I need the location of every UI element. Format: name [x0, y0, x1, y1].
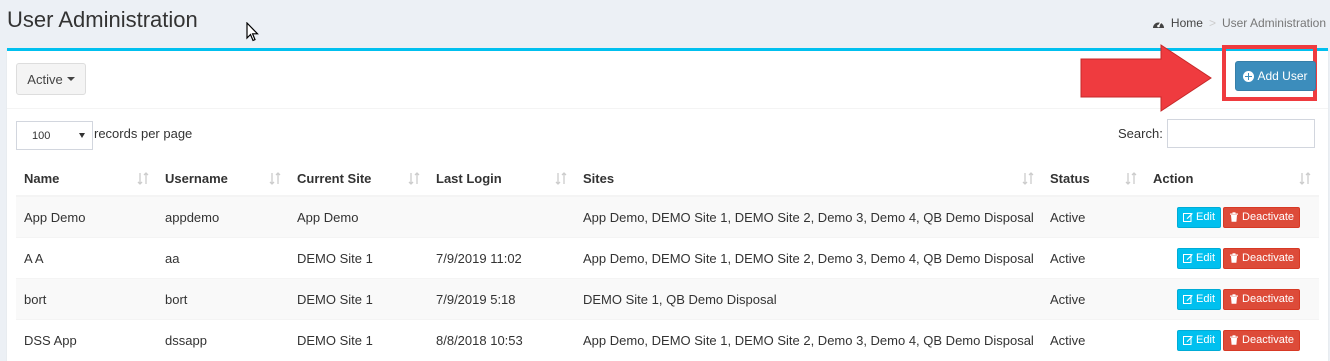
cell-status: Active: [1042, 237, 1145, 279]
cell-sites: App Demo, DEMO Site 1, DEMO Site 2, Demo…: [575, 237, 1042, 279]
cell-status: Active: [1042, 319, 1145, 360]
trash-icon: [1230, 294, 1239, 304]
edit-icon: [1183, 336, 1193, 345]
status-filter-label: Active: [27, 71, 63, 87]
add-user-label: Add User: [1257, 69, 1308, 83]
plus-circle-icon: [1243, 70, 1255, 82]
edit-button[interactable]: Edit: [1177, 288, 1222, 310]
cell-status: Active: [1042, 195, 1145, 238]
cell-sites: App Demo, DEMO Site 1, DEMO Site 2, Demo…: [575, 195, 1042, 238]
table-row: DSS App dssapp DEMO Site 1 8/8/2018 10:5…: [16, 319, 1319, 360]
sort-icon: [137, 172, 149, 185]
edit-icon: [1183, 295, 1193, 304]
edit-icon: [1183, 254, 1193, 263]
column-header-sites[interactable]: Sites: [575, 161, 1042, 197]
cell-username: appdemo: [157, 195, 289, 238]
cell-action: Edit Deactivate: [1145, 278, 1319, 320]
records-per-page-label: records per page: [94, 126, 193, 141]
deactivate-button[interactable]: Deactivate: [1223, 329, 1300, 351]
users-box: Active Add User 100 records per page Sea…: [7, 44, 1328, 361]
cell-current-site: DEMO Site 1: [289, 237, 428, 279]
cell-last-login: 8/8/2018 10:53: [428, 319, 575, 360]
edit-button[interactable]: Edit: [1177, 206, 1222, 228]
mouse-cursor-icon: [246, 22, 259, 42]
column-header-current-site[interactable]: Current Site: [289, 161, 428, 197]
cell-name: App Demo: [16, 195, 157, 238]
dashboard-icon: [1152, 21, 1164, 28]
sort-icon: [1125, 172, 1137, 185]
table-header-row: Name Username Current Site Last Login Si…: [16, 161, 1319, 197]
column-header-name[interactable]: Name: [16, 161, 157, 197]
sort-icon: [408, 172, 420, 185]
cell-sites: DEMO Site 1, QB Demo Disposal: [575, 278, 1042, 320]
trash-icon: [1230, 253, 1239, 263]
page-title: User Administration: [7, 7, 198, 32]
cell-name: A A: [16, 237, 157, 279]
deactivate-button[interactable]: Deactivate: [1223, 206, 1300, 228]
cell-action: Edit Deactivate: [1145, 237, 1319, 279]
arrow-icon: [1080, 44, 1212, 112]
cell-last-login: [428, 195, 575, 238]
trash-icon: [1230, 335, 1239, 345]
table-row: bort bort DEMO Site 1 7/9/2019 5:18 DEMO…: [16, 278, 1319, 320]
column-header-last-login[interactable]: Last Login: [428, 161, 575, 197]
cell-action: Edit Deactivate: [1145, 319, 1319, 360]
caret-down-icon: [66, 77, 75, 81]
cell-status: Active: [1042, 278, 1145, 320]
cell-username: bort: [157, 278, 289, 320]
breadcrumb-separator: >: [1208, 16, 1216, 30]
breadcrumb-current: User Administration: [1221, 16, 1326, 30]
search-input[interactable]: [1167, 119, 1315, 148]
breadcrumb-home-link[interactable]: Home: [1171, 16, 1203, 30]
box-header: Active Add User: [7, 44, 1328, 112]
add-user-button[interactable]: Add User: [1235, 61, 1316, 91]
table-row: A A aa DEMO Site 1 7/9/2019 11:02 App De…: [16, 237, 1319, 279]
cell-current-site: App Demo: [289, 195, 428, 238]
page-size-value: 100: [32, 129, 51, 142]
edit-icon: [1183, 213, 1193, 222]
sort-icon: [269, 172, 281, 185]
cell-current-site: DEMO Site 1: [289, 278, 428, 320]
column-header-action[interactable]: Action: [1145, 161, 1319, 197]
sort-icon: [555, 172, 567, 185]
cell-username: dssapp: [157, 319, 289, 360]
sort-icon: [1299, 172, 1311, 185]
cell-username: aa: [157, 237, 289, 279]
table-row: App Demo appdemo App Demo App Demo, DEMO…: [16, 195, 1319, 238]
column-header-username[interactable]: Username: [157, 161, 289, 197]
search-label: Search:: [1118, 126, 1163, 141]
cell-action: Edit Deactivate: [1145, 195, 1319, 238]
cell-current-site: DEMO Site 1: [289, 319, 428, 360]
cell-name: bort: [16, 278, 157, 320]
cell-last-login: 7/9/2019 5:18: [428, 278, 575, 320]
trash-icon: [1230, 212, 1239, 222]
deactivate-button[interactable]: Deactivate: [1223, 247, 1300, 269]
sort-icon: [1022, 172, 1034, 185]
users-table: Name Username Current Site Last Login Si…: [16, 161, 1319, 360]
page-size-select[interactable]: 100: [16, 121, 93, 150]
cell-last-login: 7/9/2019 11:02: [428, 237, 575, 279]
edit-button[interactable]: Edit: [1177, 329, 1222, 351]
breadcrumb: Home > User Administration: [1152, 16, 1326, 30]
caret-down-icon: [79, 133, 85, 138]
edit-button[interactable]: Edit: [1177, 247, 1222, 269]
cell-name: DSS App: [16, 319, 157, 360]
column-header-status[interactable]: Status: [1042, 161, 1145, 197]
deactivate-button[interactable]: Deactivate: [1223, 288, 1300, 310]
cell-sites: App Demo, DEMO Site 1, DEMO Site 2, Demo…: [575, 319, 1042, 360]
status-filter-dropdown[interactable]: Active: [16, 63, 86, 95]
